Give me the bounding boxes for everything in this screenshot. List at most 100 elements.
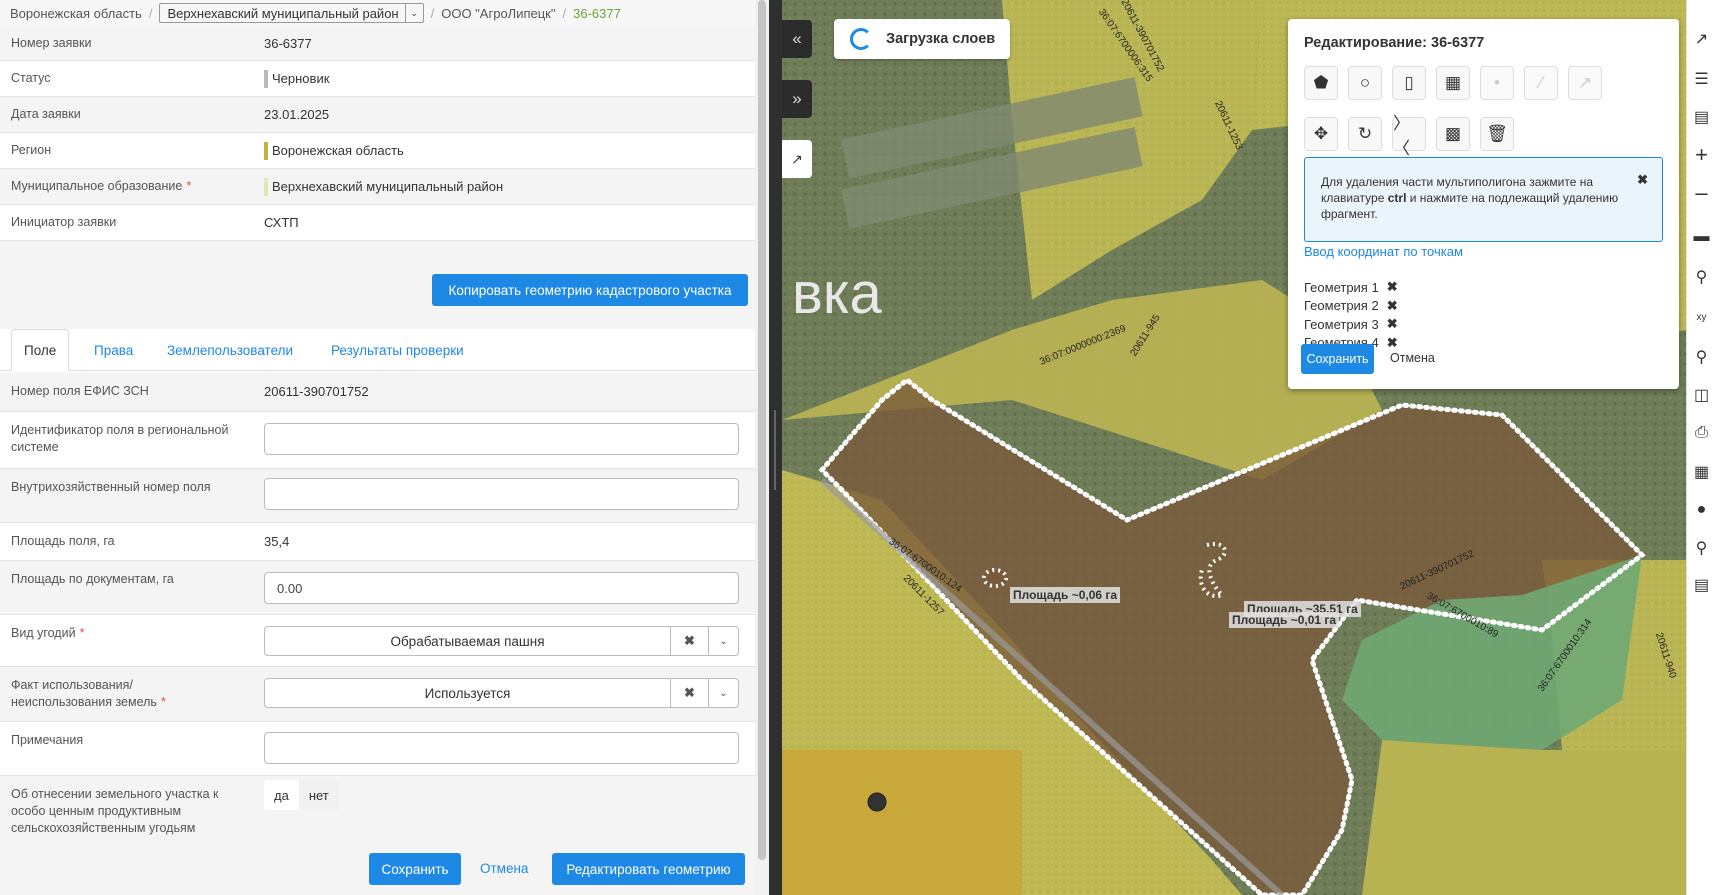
field-row-area: Площадь поля, га 35,4 xyxy=(0,523,755,561)
info-row-date: Дата заявки 23.01.2025 xyxy=(0,97,755,133)
external-link-icon[interactable]: ↗ xyxy=(1687,20,1715,58)
area-label: Площадь ~0,06 га xyxy=(1010,587,1121,603)
scrollbar-thumb[interactable] xyxy=(758,0,766,860)
table-icon[interactable]: ▤ xyxy=(1687,566,1715,604)
required-marker: * xyxy=(79,626,85,640)
internal-number-input[interactable] xyxy=(264,478,739,510)
breadcrumb-current: 36-6377 xyxy=(573,5,621,21)
form-scrollbar[interactable] xyxy=(755,0,769,895)
rectangle-tool-icon[interactable]: ▯ xyxy=(1392,66,1426,100)
collapse-panel-button[interactable]: « xyxy=(782,20,812,58)
point-tool-icon[interactable]: • xyxy=(1480,66,1514,100)
save-button[interactable]: Сохранить xyxy=(369,853,461,885)
circle-tool-icon[interactable]: ○ xyxy=(1348,66,1382,100)
list-item: Геометрия 1 ✖ xyxy=(1304,279,1398,295)
zoom-in-icon[interactable]: + xyxy=(1687,136,1715,174)
line-tool-icon[interactable]: ∕ xyxy=(1524,66,1558,100)
land-type-select[interactable]: Обрабатываемая пашня ✖ ⌄ xyxy=(264,626,739,656)
village-name-label: вка xyxy=(792,261,882,326)
area-label: Площадь ~0,01 га xyxy=(1229,612,1340,628)
base-layers-icon[interactable]: ▤ xyxy=(1687,98,1715,136)
spinner-icon xyxy=(850,28,872,50)
cancel-link[interactable]: Отмена xyxy=(480,861,528,876)
zoom-search-icon[interactable]: ⚲ xyxy=(1687,338,1715,376)
list-item: Геометрия 2 ✖ xyxy=(1304,297,1398,314)
location-pin-icon[interactable]: ● xyxy=(1687,491,1715,529)
close-icon[interactable]: ✖ xyxy=(1637,172,1648,188)
breadcrumb-region[interactable]: Воронежская область xyxy=(10,6,142,21)
district-select[interactable]: Верхнехавский муниципальный район ⌄ xyxy=(159,3,424,23)
tab-field[interactable]: Поле xyxy=(11,329,70,371)
rotate-tool-icon[interactable]: ↻ xyxy=(1348,117,1382,151)
expand-panel-button[interactable]: » xyxy=(782,80,812,118)
status-bar xyxy=(264,69,268,88)
docs-area-input[interactable]: 0.00 xyxy=(264,572,739,604)
edit-panel-title: Редактирование: 36-6377 xyxy=(1304,35,1485,51)
export-icon[interactable]: ◫ xyxy=(1687,376,1715,414)
split-tool-icon[interactable]: 〉〈 xyxy=(1392,114,1426,158)
ruler-icon[interactable]: ▬ xyxy=(1687,218,1715,256)
remove-geometry-icon[interactable]: ✖ xyxy=(1387,316,1398,332)
toggle-no[interactable]: нет xyxy=(299,780,339,810)
geometry-edit-panel: Редактирование: 36-6377 ⬟ ○ ▯ ▦ • ∕ ↗ ✥ … xyxy=(1288,19,1679,389)
tab-rights[interactable]: Права xyxy=(94,329,133,371)
list-item: Геометрия 3 ✖ xyxy=(1304,316,1398,332)
cancel-geometry-link[interactable]: Отмена xyxy=(1390,351,1435,365)
info-row-municipality: Муниципальное образование * Верхнехавский… xyxy=(0,169,755,205)
notes-input[interactable] xyxy=(264,732,739,764)
info-row-status: Статус Черновик xyxy=(0,61,755,97)
valuable-land-toggle: да нет xyxy=(264,780,339,810)
tab-land-users[interactable]: Землепользователи xyxy=(167,329,293,371)
required-marker: * xyxy=(160,695,166,709)
edit-geometry-button[interactable]: Редактировать геометрию xyxy=(552,853,745,885)
cut-polygon-tool-icon[interactable]: ▦ xyxy=(1436,66,1470,100)
map-view[interactable]: 20611-390701752 36:07:6700006:315 20611-… xyxy=(782,0,1686,895)
clear-icon[interactable]: ✖ xyxy=(670,679,708,707)
hole-polygon-small[interactable] xyxy=(982,568,1008,588)
clear-icon[interactable]: ✖ xyxy=(670,627,708,655)
save-geometry-button[interactable]: Сохранить xyxy=(1301,344,1374,374)
map-toolbar: ↗ ☰ ▤ + – ▬ ⚲ xy ⚲ ◫ ⎙ ▦ ● ⚲ ▤ xyxy=(1686,0,1715,895)
remove-geometry-icon[interactable]: ✖ xyxy=(1387,279,1398,295)
delete-tool-icon[interactable]: 🗑 xyxy=(1480,117,1514,151)
geometry-list: Геометрия 1 ✖ Геометрия 2 ✖ Геометрия 3 ✖ Г… xyxy=(1304,278,1398,352)
pin-measure-icon[interactable]: ⚲ xyxy=(1687,258,1715,296)
multipolygon-hint: Для удаления части мультиполигона зажмит… xyxy=(1304,157,1663,242)
cadastral-parcel-east-lower xyxy=(1362,740,1686,895)
remove-geometry-icon[interactable]: ✖ xyxy=(1387,335,1398,351)
info-row-region: Регион Воронежская область xyxy=(0,133,755,169)
status-badge: Черновик xyxy=(272,71,330,86)
coordinates-icon[interactable]: xy xyxy=(1687,298,1715,336)
building-icon[interactable]: ▦ xyxy=(1687,453,1715,491)
layers-icon[interactable]: ☰ xyxy=(1687,60,1715,98)
breadcrumb: Воронежская область / Верхнехавский муни… xyxy=(0,0,755,26)
move-tool-icon[interactable]: ✥ xyxy=(1304,117,1338,151)
usage-select[interactable]: Используется ✖ ⌄ xyxy=(264,678,739,708)
splitter-grip[interactable] xyxy=(774,410,776,490)
chevron-down-icon[interactable]: ⌄ xyxy=(404,4,423,22)
cadastral-parcel-southwest xyxy=(782,750,1022,895)
chevron-down-icon[interactable]: ⌄ xyxy=(708,627,738,655)
breadcrumb-org[interactable]: ООО "АгроЛипецк" xyxy=(441,6,555,21)
zoom-out-icon[interactable]: – xyxy=(1687,174,1715,212)
tab-bar: Поле Права Землепользователи Результаты … xyxy=(0,329,755,371)
field-row-valuable-land: Об отнесении земельного участка к особо … xyxy=(0,776,755,847)
search-icon[interactable]: ⚲ xyxy=(1687,529,1715,567)
external-link-icon[interactable]: ↗ xyxy=(782,140,812,178)
coords-input-link[interactable]: Ввод координат по точкам xyxy=(1304,244,1463,259)
form-footer: Сохранить Отмена Редактировать геометрию xyxy=(0,847,755,895)
print-icon[interactable]: ⎙ xyxy=(1687,414,1715,452)
tab-check-results[interactable]: Результаты проверки xyxy=(331,329,464,371)
field-row-efis: Номер поля ЕФИС ЗСН 20611-390701752 xyxy=(0,372,755,412)
request-form-panel: Воронежская область / Верхнехавский муни… xyxy=(0,0,755,895)
polygon-tool-icon[interactable]: ⬟ xyxy=(1304,66,1338,100)
arrow-tool-icon[interactable]: ↗ xyxy=(1568,66,1602,100)
regional-id-input[interactable] xyxy=(264,423,739,455)
panel-splitter[interactable] xyxy=(769,0,782,895)
chevron-down-icon[interactable]: ⌄ xyxy=(708,679,738,707)
select-area-tool-icon[interactable]: ▩ xyxy=(1436,117,1470,151)
toggle-yes[interactable]: да xyxy=(264,780,299,810)
info-row-request-number: Номер заявки 36-6377 xyxy=(0,26,755,61)
copy-cadastral-geometry-button[interactable]: Копировать геометрию кадастрового участк… xyxy=(432,274,748,306)
remove-geometry-icon[interactable]: ✖ xyxy=(1387,298,1398,314)
